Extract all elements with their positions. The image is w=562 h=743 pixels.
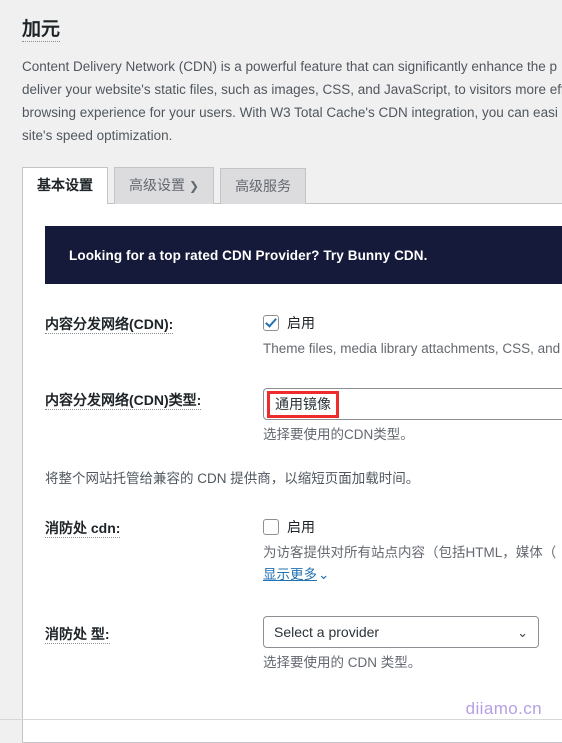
row-cdn-type-label-text: 内容分发网络(CDN)类型: <box>45 392 202 410</box>
page-title: 加元 <box>0 0 562 42</box>
tab-advanced-settings[interactable]: 高级设置 ❯ <box>114 167 215 204</box>
tab-advanced-services[interactable]: 高级服务 <box>220 168 307 204</box>
promo-banner-text: Looking for a top rated CDN Provider? Tr… <box>69 247 428 263</box>
show-more-link-label: 显示更多 <box>263 567 317 582</box>
row-fsd-type: 消防处 型: Select a provider ⌄ 选择要使用的 CDN 类型… <box>23 616 562 674</box>
fsd-type-description: 选择要使用的 CDN 类型。 <box>263 655 422 670</box>
row-cdn-enable: 内容分发网络(CDN): 启用 Theme files, media libra… <box>23 312 562 360</box>
promo-banner[interactable]: Looking for a top rated CDN Provider? Tr… <box>45 226 562 284</box>
row-fsd-type-label: 消防处 型: <box>45 616 263 644</box>
fsd-cdn-checkbox[interactable] <box>263 519 279 535</box>
row-cdn-enable-field: 启用 Theme files, media library attachment… <box>263 312 562 360</box>
fsd-type-select[interactable]: Select a provider ⌄ <box>263 616 539 648</box>
settings-panel: Looking for a top rated CDN Provider? Tr… <box>22 203 562 743</box>
row-fsd-cdn-field: 启用 为访客提供对所有站点内容（包括HTML，媒体（ 显示更多⌄ <box>263 516 562 586</box>
cdn-enable-checkbox-label: 启用 <box>287 315 315 331</box>
fsd-cdn-checkbox-label: 启用 <box>287 519 315 535</box>
row-fsd-type-label-text: 消防处 型: <box>45 626 110 644</box>
chevron-down-icon: ⌄ <box>517 624 528 640</box>
row-cdn-type: 内容分发网络(CDN)类型: 通用镜像 选择要使用的CDN类型。 <box>23 388 562 446</box>
row-fsd-cdn-label: 消防处 cdn: <box>45 516 263 538</box>
row-cdn-enable-label-text: 内容分发网络(CDN): <box>45 316 174 334</box>
fsd-type-selected-value: Select a provider <box>274 624 380 640</box>
settings-form: 内容分发网络(CDN): 启用 Theme files, media libra… <box>23 312 562 674</box>
cdn-type-description-text: 选择要使用的CDN类型。 <box>263 427 414 442</box>
cdn-type-note: 将整个网站托管给兼容的 CDN 提供商，以缩短页面加载时间。 <box>45 471 420 486</box>
row-cdn-type-field: 通用镜像 选择要使用的CDN类型。 <box>263 388 562 446</box>
page-title-text: 加元 <box>22 19 61 42</box>
tab-bar: 基本设置 高级设置 ❯ 高级服务 <box>0 166 307 204</box>
cdn-type-selected-value: 通用镜像 <box>267 390 339 418</box>
cdn-enable-check-line: 启用 <box>263 312 562 334</box>
cdn-type-description: 选择要使用的CDN类型。 <box>263 424 562 446</box>
tab-advanced-settings-label: 高级设置 <box>129 177 185 193</box>
row-fsd-cdn: 消防处 cdn: 启用 为访客提供对所有站点内容（包括HTML，媒体（ 显示更多… <box>23 516 562 586</box>
watermark: diiamo.cn <box>465 699 542 718</box>
page-intro-text: Content Delivery Network (CDN) is a powe… <box>22 59 562 143</box>
row-cdn-enable-label: 内容分发网络(CDN): <box>45 312 263 334</box>
cdn-type-select[interactable]: 通用镜像 <box>263 388 562 420</box>
chevron-down-icon: ⌄ <box>318 567 330 582</box>
cdn-enable-description: Theme files, media library attachments, … <box>263 341 561 356</box>
row-fsd-type-field: Select a provider ⌄ 选择要使用的 CDN 类型。 <box>263 616 562 674</box>
tab-basic-settings[interactable]: 基本设置 <box>22 167 108 204</box>
fsd-cdn-show-more-wrap: 显示更多⌄ <box>263 564 562 586</box>
fsd-cdn-check-line: 启用 <box>263 516 562 538</box>
fsd-cdn-description: 为访客提供对所有站点内容（包括HTML，媒体（ <box>263 545 557 560</box>
tab-basic-settings-label: 基本设置 <box>37 177 93 193</box>
chevron-right-icon: ❯ <box>189 179 200 193</box>
row-fsd-cdn-label-text: 消防处 cdn: <box>45 520 121 538</box>
tab-advanced-services-label: 高级服务 <box>235 178 292 194</box>
show-more-link[interactable]: 显示更多⌄ <box>263 567 329 582</box>
row-cdn-type-label: 内容分发网络(CDN)类型: <box>45 388 263 410</box>
cdn-enable-checkbox[interactable] <box>263 315 279 331</box>
footer-divider <box>0 719 562 720</box>
